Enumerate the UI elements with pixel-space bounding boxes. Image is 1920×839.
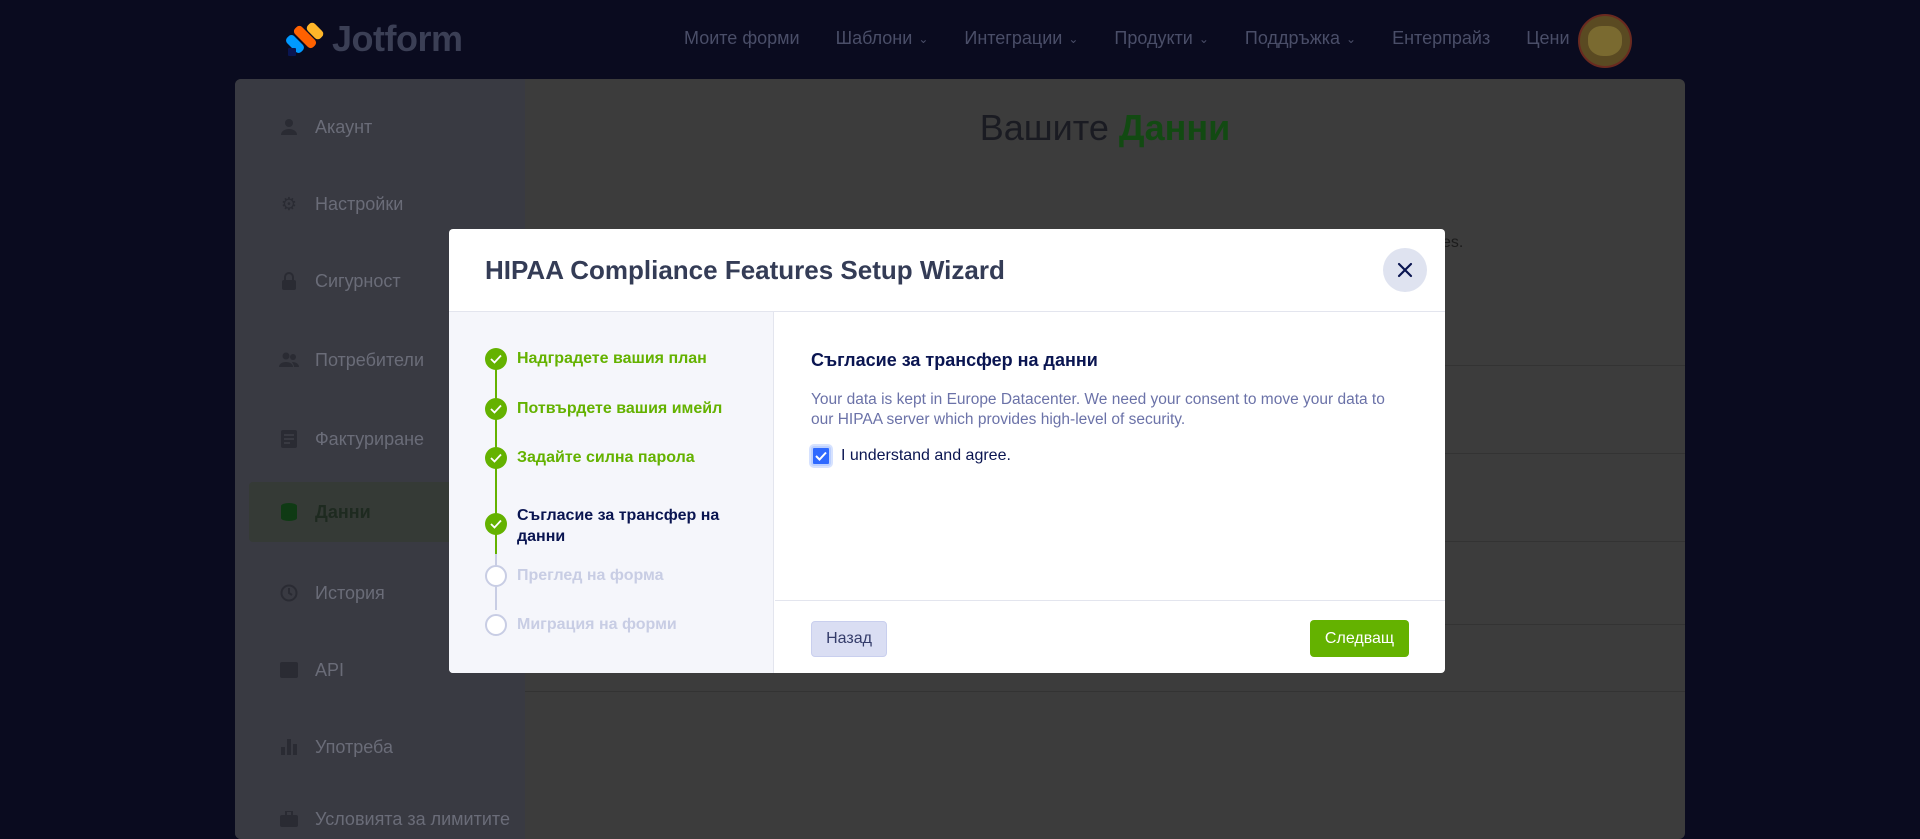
close-icon: [1397, 262, 1413, 278]
nav-item-integrations[interactable]: Интеграции ⌄: [964, 28, 1078, 49]
agree-checkbox-label: I understand and agree.: [841, 447, 1011, 464]
check-icon: [485, 513, 507, 535]
wizard-step: Преглед на форма: [485, 565, 664, 587]
check-icon: [485, 348, 507, 370]
agree-checkbox-row[interactable]: I understand and agree.: [811, 446, 1011, 466]
wizard-step: Задайте силна парола: [485, 447, 695, 469]
step-description: Your data is kept in Europe Datacenter. …: [811, 391, 1385, 428]
nav-menu: Моите форми Шаблони ⌄ Интеграции ⌄ Продукт…: [684, 28, 1606, 49]
sidebar-item-usage[interactable]: Употреба: [249, 717, 511, 777]
chevron-down-icon: ⌄: [1346, 31, 1357, 46]
check-icon: [815, 451, 827, 461]
wizard-step: Надградете вашия план: [485, 348, 707, 370]
sidebar-item-account[interactable]: Акаунт: [249, 97, 511, 157]
chevron-down-icon: ⌄: [1068, 31, 1079, 46]
back-button[interactable]: Назад: [811, 621, 887, 657]
chevron-down-icon: ⌄: [918, 31, 929, 46]
lock-icon: [279, 271, 299, 291]
avatar[interactable]: [1578, 14, 1632, 68]
pending-step-icon: [485, 565, 507, 587]
wizard-step-current: Съгласие за трансфер на данни: [485, 505, 727, 547]
briefcase-icon: [279, 809, 299, 829]
bar-chart-icon: [279, 737, 299, 757]
gear-icon: ⚙: [280, 193, 298, 214]
wizard-step: Потвърдете вашия имейл: [485, 398, 722, 420]
sidebar-item-limits[interactable]: Условията за лимитите: [249, 789, 511, 839]
next-button[interactable]: Следващ: [1310, 620, 1409, 657]
modal-header: HIPAA Compliance Features Setup Wizard: [449, 229, 1445, 312]
brand-name: Jotform: [332, 18, 463, 59]
wizard-content: Съгласие за трансфер на данни Your data …: [775, 312, 1445, 673]
step-heading: Съгласие за трансфер на данни: [811, 350, 1098, 370]
invoice-icon: [279, 429, 299, 449]
user-icon: [279, 117, 299, 137]
nav-item-templates[interactable]: Шаблони ⌄: [836, 28, 929, 49]
divider: [525, 691, 1685, 692]
database-icon: [279, 502, 299, 522]
nav-item-my-forms[interactable]: Моите форми: [684, 28, 800, 49]
api-icon: [279, 660, 299, 680]
nav-item-support[interactable]: Поддръжка ⌄: [1245, 28, 1356, 49]
chevron-down-icon: ⌄: [1198, 31, 1209, 46]
nav-item-products[interactable]: Продукти ⌄: [1114, 28, 1209, 49]
pending-step-icon: [485, 614, 507, 636]
modal-title: HIPAA Compliance Features Setup Wizard: [485, 255, 1005, 285]
check-icon: [485, 447, 507, 469]
sidebar-item-settings[interactable]: ⚙ Настройки: [249, 174, 511, 234]
jotform-logo-icon: [284, 20, 325, 58]
top-navigation: Jotform Моите форми Шаблони ⌄ Интеграции ⌄…: [0, 0, 1920, 78]
history-icon: [279, 583, 299, 603]
nav-item-enterprise[interactable]: Ентерпрайз: [1392, 28, 1490, 49]
check-icon: [485, 398, 507, 420]
wizard-steps: Надградете вашия план Потвърдете вашия и…: [449, 312, 774, 673]
partial-background-text: es.: [1442, 234, 1464, 251]
nav-item-pricing[interactable]: Цени: [1526, 28, 1569, 49]
hipaa-wizard-modal: HIPAA Compliance Features Setup Wizard Н…: [449, 229, 1445, 673]
page-title: Вашите Данни: [979, 107, 1231, 148]
wizard-step: Миграция на форми: [485, 614, 677, 636]
agree-checkbox[interactable]: [811, 446, 831, 466]
users-icon: [279, 350, 299, 370]
modal-footer: Назад Следващ: [775, 600, 1445, 673]
jotform-logo[interactable]: Jotform: [284, 18, 463, 60]
close-button[interactable]: [1383, 248, 1427, 292]
